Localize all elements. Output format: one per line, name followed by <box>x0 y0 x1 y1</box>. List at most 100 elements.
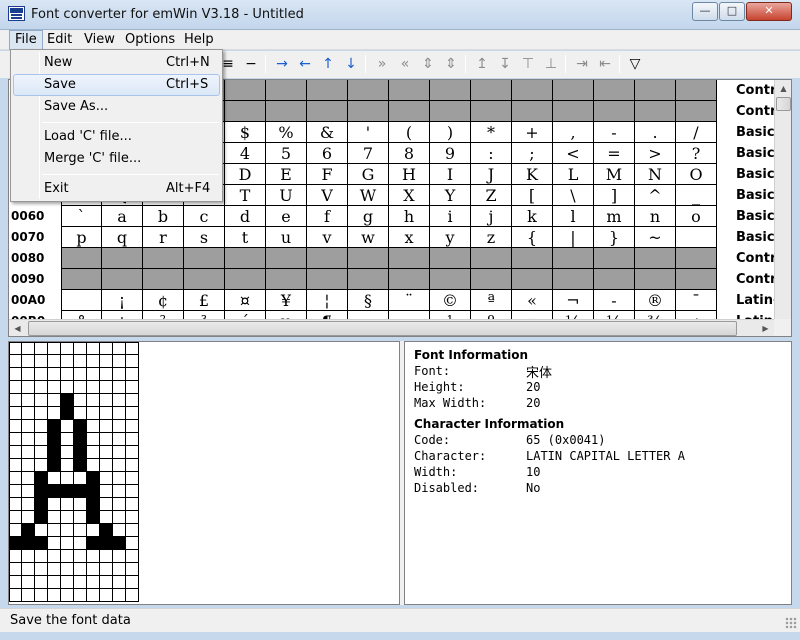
glyph-pixel[interactable] <box>35 576 48 589</box>
glyph-pixel[interactable] <box>48 446 61 459</box>
character-cell[interactable] <box>430 269 471 290</box>
glyph-pixel[interactable] <box>61 472 74 485</box>
glyph-pixel[interactable] <box>74 459 87 472</box>
glyph-pixel[interactable] <box>48 563 61 576</box>
glyph-pixel[interactable] <box>61 485 74 498</box>
glyph-pixel[interactable] <box>35 498 48 511</box>
glyph-pixel[interactable] <box>100 355 113 368</box>
character-cell[interactable]: k <box>512 206 553 227</box>
glyph-pixel[interactable] <box>48 537 61 550</box>
character-cell[interactable]: ¤ <box>225 290 266 311</box>
glyph-pixel[interactable] <box>61 524 74 537</box>
glyph-pixel[interactable] <box>22 381 35 394</box>
glyph-pixel[interactable] <box>35 537 48 550</box>
character-cell[interactable]: ¬ <box>553 290 594 311</box>
character-cell[interactable]: _ <box>676 185 717 206</box>
character-cell[interactable] <box>307 248 348 269</box>
character-cell[interactable]: N <box>635 164 676 185</box>
glyph-pixel[interactable] <box>113 355 126 368</box>
glyph-pixel[interactable] <box>48 433 61 446</box>
character-cell[interactable]: q <box>102 227 143 248</box>
glyph-pixel[interactable] <box>100 420 113 433</box>
align-top-icon[interactable]: ⊤ <box>518 54 538 74</box>
character-cell[interactable]: c <box>184 206 225 227</box>
glyph-pixel[interactable] <box>100 589 113 602</box>
character-cell[interactable]: r <box>143 227 184 248</box>
glyph-pixel[interactable] <box>48 459 61 472</box>
glyph-pixel[interactable] <box>100 511 113 524</box>
glyph-pixel[interactable] <box>100 394 113 407</box>
character-cell[interactable]: f <box>307 206 348 227</box>
glyph-pixel[interactable] <box>48 550 61 563</box>
character-cell[interactable] <box>307 80 348 101</box>
glyph-pixel[interactable] <box>9 537 22 550</box>
glyph-pixel[interactable] <box>9 420 22 433</box>
character-cell[interactable] <box>676 248 717 269</box>
glyph-pixel[interactable] <box>48 368 61 381</box>
glyph-pixel[interactable] <box>22 368 35 381</box>
glyph-pixel[interactable] <box>22 342 35 355</box>
glyph-pixel[interactable] <box>22 485 35 498</box>
character-cell[interactable]: * <box>471 122 512 143</box>
glyph-pixel[interactable] <box>100 368 113 381</box>
character-cell[interactable]: ( <box>389 122 430 143</box>
glyph-pixel[interactable] <box>9 368 22 381</box>
glyph-pixel[interactable] <box>9 485 22 498</box>
character-cell[interactable]: e <box>266 206 307 227</box>
glyph-pixel[interactable] <box>74 472 87 485</box>
character-cell[interactable]: 4 <box>225 143 266 164</box>
character-cell[interactable]: D <box>225 164 266 185</box>
app-icon[interactable] <box>8 6 25 21</box>
character-cell[interactable]: / <box>676 122 717 143</box>
character-cell[interactable] <box>635 269 676 290</box>
glyph-pixel[interactable] <box>9 550 22 563</box>
character-cell[interactable]: = <box>594 143 635 164</box>
character-cell[interactable]: & <box>307 122 348 143</box>
glyph-pixel[interactable] <box>113 472 126 485</box>
character-cell[interactable]: J <box>471 164 512 185</box>
glyph-pixel[interactable] <box>87 524 100 537</box>
glyph-pixel[interactable] <box>74 498 87 511</box>
glyph-pixel[interactable] <box>126 576 139 589</box>
character-cell[interactable]: 9 <box>430 143 471 164</box>
glyph-pixel[interactable] <box>35 511 48 524</box>
glyph-pixel[interactable] <box>74 537 87 550</box>
character-cell[interactable] <box>143 269 184 290</box>
glyph-pixel[interactable] <box>87 537 100 550</box>
character-cell[interactable]: ¯ <box>676 290 717 311</box>
glyph-pixel[interactable] <box>35 342 48 355</box>
glyph-pixel[interactable] <box>35 433 48 446</box>
glyph-pixel[interactable] <box>9 355 22 368</box>
character-cell[interactable] <box>553 101 594 122</box>
character-cell[interactable] <box>143 248 184 269</box>
character-cell[interactable]: X <box>389 185 430 206</box>
character-cell[interactable]: ] <box>594 185 635 206</box>
glyph-pixel[interactable] <box>48 511 61 524</box>
character-cell[interactable] <box>307 269 348 290</box>
character-cell[interactable]: } <box>594 227 635 248</box>
character-cell[interactable] <box>225 269 266 290</box>
glyph-pixel[interactable] <box>113 368 126 381</box>
character-cell[interactable]: a <box>102 206 143 227</box>
menu-item-save-as[interactable]: Save As... <box>13 96 220 118</box>
character-cell[interactable]: O <box>676 164 717 185</box>
glyph-pixel[interactable] <box>87 589 100 602</box>
glyph-pixel[interactable] <box>22 589 35 602</box>
glyph-pixel[interactable] <box>61 420 74 433</box>
glyph-pixel[interactable] <box>22 394 35 407</box>
glyph-pixel[interactable] <box>22 407 35 420</box>
glyph-pixel[interactable] <box>35 420 48 433</box>
character-cell[interactable] <box>594 101 635 122</box>
menu-item-merge-c-file[interactable]: Merge 'C' file... <box>13 148 220 170</box>
character-cell[interactable] <box>225 248 266 269</box>
character-cell[interactable]: - <box>594 290 635 311</box>
character-cell[interactable] <box>635 248 676 269</box>
character-cell[interactable] <box>184 269 225 290</box>
glyph-pixel[interactable] <box>113 589 126 602</box>
glyph-pixel[interactable] <box>113 394 126 407</box>
glyph-pixel[interactable] <box>61 407 74 420</box>
resize-grip-icon[interactable] <box>785 617 797 629</box>
glyph-pixel[interactable] <box>113 407 126 420</box>
glyph-pixel[interactable] <box>61 550 74 563</box>
character-cell[interactable]: G <box>348 164 389 185</box>
